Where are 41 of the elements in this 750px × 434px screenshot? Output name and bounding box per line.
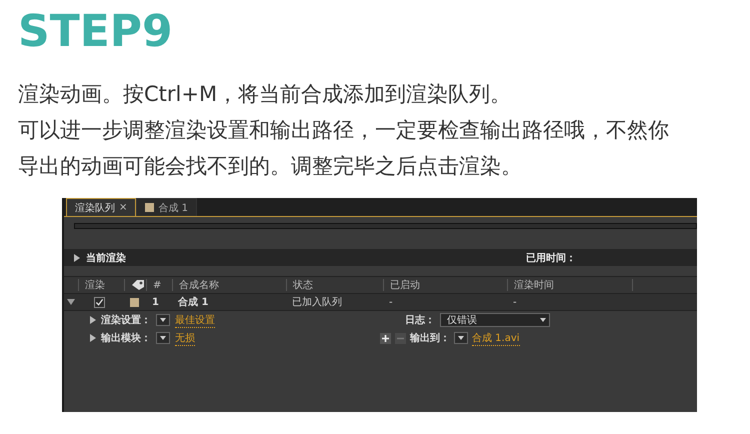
render-settings-link[interactable]: 最佳设置 — [175, 312, 215, 328]
dropdown-caret-button[interactable] — [156, 314, 170, 326]
current-render-label: 当前渲染 — [86, 251, 126, 264]
item-number: 1 — [152, 296, 159, 308]
expand-triangle-icon[interactable] — [74, 254, 80, 262]
output-to-label: 输出到： — [410, 332, 450, 345]
output-file-link[interactable]: 合成 1.avi — [472, 330, 520, 346]
column-header[interactable]: 渲染 — [78, 279, 124, 291]
instruction-text: 可以进一步调整渲染设置和输出路径，一定要检查输出路径哦，不然你 — [18, 117, 669, 144]
tag-icon[interactable] — [131, 279, 145, 291]
composition-swatch-icon — [145, 203, 154, 212]
panel-tab[interactable]: 渲染队列 × — [66, 198, 136, 216]
expand-triangle-icon[interactable] — [90, 316, 96, 324]
panel-tab[interactable]: 合成 1 — [136, 198, 197, 216]
composition-name: 合成 1 — [178, 296, 208, 309]
column-header[interactable]: # — [146, 279, 172, 291]
render-checkbox[interactable] — [94, 296, 105, 308]
expand-triangle-icon[interactable] — [67, 299, 75, 305]
render-settings-label: 渲染设置： — [101, 313, 151, 327]
output-module-label: 输出模块： — [101, 332, 151, 345]
log-dropdown[interactable]: 仅错误 — [440, 313, 550, 327]
close-icon[interactable]: × — [119, 202, 128, 213]
column-header[interactable]: 渲染时间 — [507, 279, 632, 291]
column-header[interactable]: 状态 — [286, 279, 383, 291]
log-label: 日志： — [405, 314, 435, 327]
dropdown-caret-button[interactable] — [156, 332, 170, 344]
started-text: - — [389, 296, 393, 308]
instruction-text: 导出的动画可能会找不到的。调整完毕之后点击渲染。 — [18, 153, 522, 180]
remove-icon[interactable] — [395, 332, 406, 344]
composition-swatch-icon — [130, 298, 139, 306]
status-text: 已加入队列 — [292, 296, 342, 309]
render-time-text: - — [513, 296, 517, 308]
expand-triangle-icon[interactable] — [90, 334, 96, 342]
add-icon[interactable] — [380, 332, 391, 344]
output-module-link[interactable]: 无损 — [175, 330, 195, 346]
dropdown-caret-button[interactable] — [454, 332, 468, 344]
elapsed-time-label: 已用时间： — [526, 252, 576, 264]
instruction-text: 渲染动画。按Ctrl+M，将当前合成添加到渲染队列。 — [18, 81, 512, 108]
column-header[interactable]: 已启动 — [383, 279, 507, 291]
step-heading: STEP9 — [17, 5, 173, 58]
column-header[interactable]: 合成名称 — [172, 279, 286, 291]
